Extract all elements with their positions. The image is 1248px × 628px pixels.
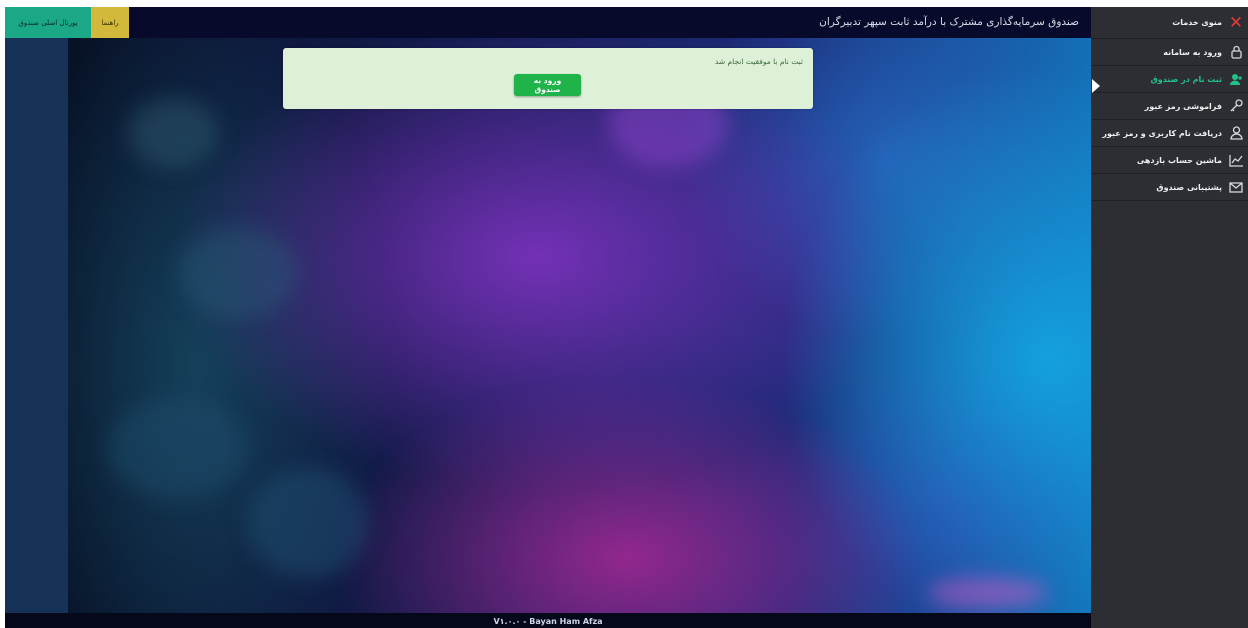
user-lock-icon: [1228, 125, 1244, 141]
sidebar-item-label: فراموشی رمز عبور: [1144, 101, 1222, 111]
background-blob: [128, 98, 218, 168]
sidebar-item-login[interactable]: ورود به سامانه: [1091, 39, 1248, 66]
key-icon: [1228, 98, 1244, 114]
chart-icon: [1228, 152, 1244, 168]
background-blob: [928, 578, 1048, 608]
footer-version: V۱.۰.۰ - Bayan Ham Afza: [5, 613, 1091, 628]
help-button[interactable]: راهنما: [91, 7, 129, 38]
sidebar-item-label: ورود به سامانه: [1163, 47, 1222, 57]
sidebar-item-register[interactable]: ثبت نام در صندوق: [1091, 66, 1248, 93]
sidebar-item-support[interactable]: پشتیبانی صندوق: [1091, 174, 1248, 201]
sidebar-menu: ✕ منوی خدمات ورود به سامانه ثبت نام در ص…: [1091, 7, 1248, 628]
sidebar-header[interactable]: ✕ منوی خدمات: [1091, 7, 1248, 39]
sidebar-item-get-credentials[interactable]: دریافت نام کاربری و رمز عبور: [1091, 120, 1248, 147]
background-blob: [248, 468, 368, 578]
close-icon[interactable]: ✕: [1228, 13, 1244, 33]
left-strip: [5, 38, 68, 613]
background-image: [68, 38, 1091, 613]
user-add-icon: [1228, 71, 1244, 87]
success-alert: ثبت نام با موفقیت انجام شد ورود به صندوق: [283, 48, 813, 109]
sidebar-item-forgot-password[interactable]: فراموشی رمز عبور: [1091, 93, 1248, 120]
sidebar-header-label: منوی خدمات: [1172, 18, 1222, 27]
active-item-pointer: [1092, 79, 1100, 93]
sidebar-item-label: ثبت نام در صندوق: [1150, 74, 1222, 84]
enter-fund-button[interactable]: ورود به صندوق: [514, 74, 581, 96]
app-window: پورتال اصلی صندوق راهنما صندوق سرمایه‌گذ…: [5, 7, 1248, 628]
sidebar-item-label: دریافت نام کاربری و رمز عبور: [1102, 128, 1222, 138]
top-bar: پورتال اصلی صندوق راهنما صندوق سرمایه‌گذ…: [5, 7, 1091, 39]
sidebar-item-calculator[interactable]: ماشین حساب بازدهی: [1091, 147, 1248, 174]
background-blob: [108, 398, 248, 498]
background-blob: [178, 228, 298, 318]
main-portal-button[interactable]: پورتال اصلی صندوق: [5, 7, 91, 38]
mail-icon: [1228, 179, 1244, 195]
lock-icon: [1228, 44, 1244, 60]
sidebar-item-label: ماشین حساب بازدهی: [1136, 155, 1222, 165]
sidebar-item-label: پشتیبانی صندوق: [1156, 182, 1222, 192]
success-message: ثبت نام با موفقیت انجام شد: [714, 57, 803, 66]
page-title: صندوق سرمایه‌گذاری مشترک با درآمد ثابت س…: [819, 16, 1079, 28]
